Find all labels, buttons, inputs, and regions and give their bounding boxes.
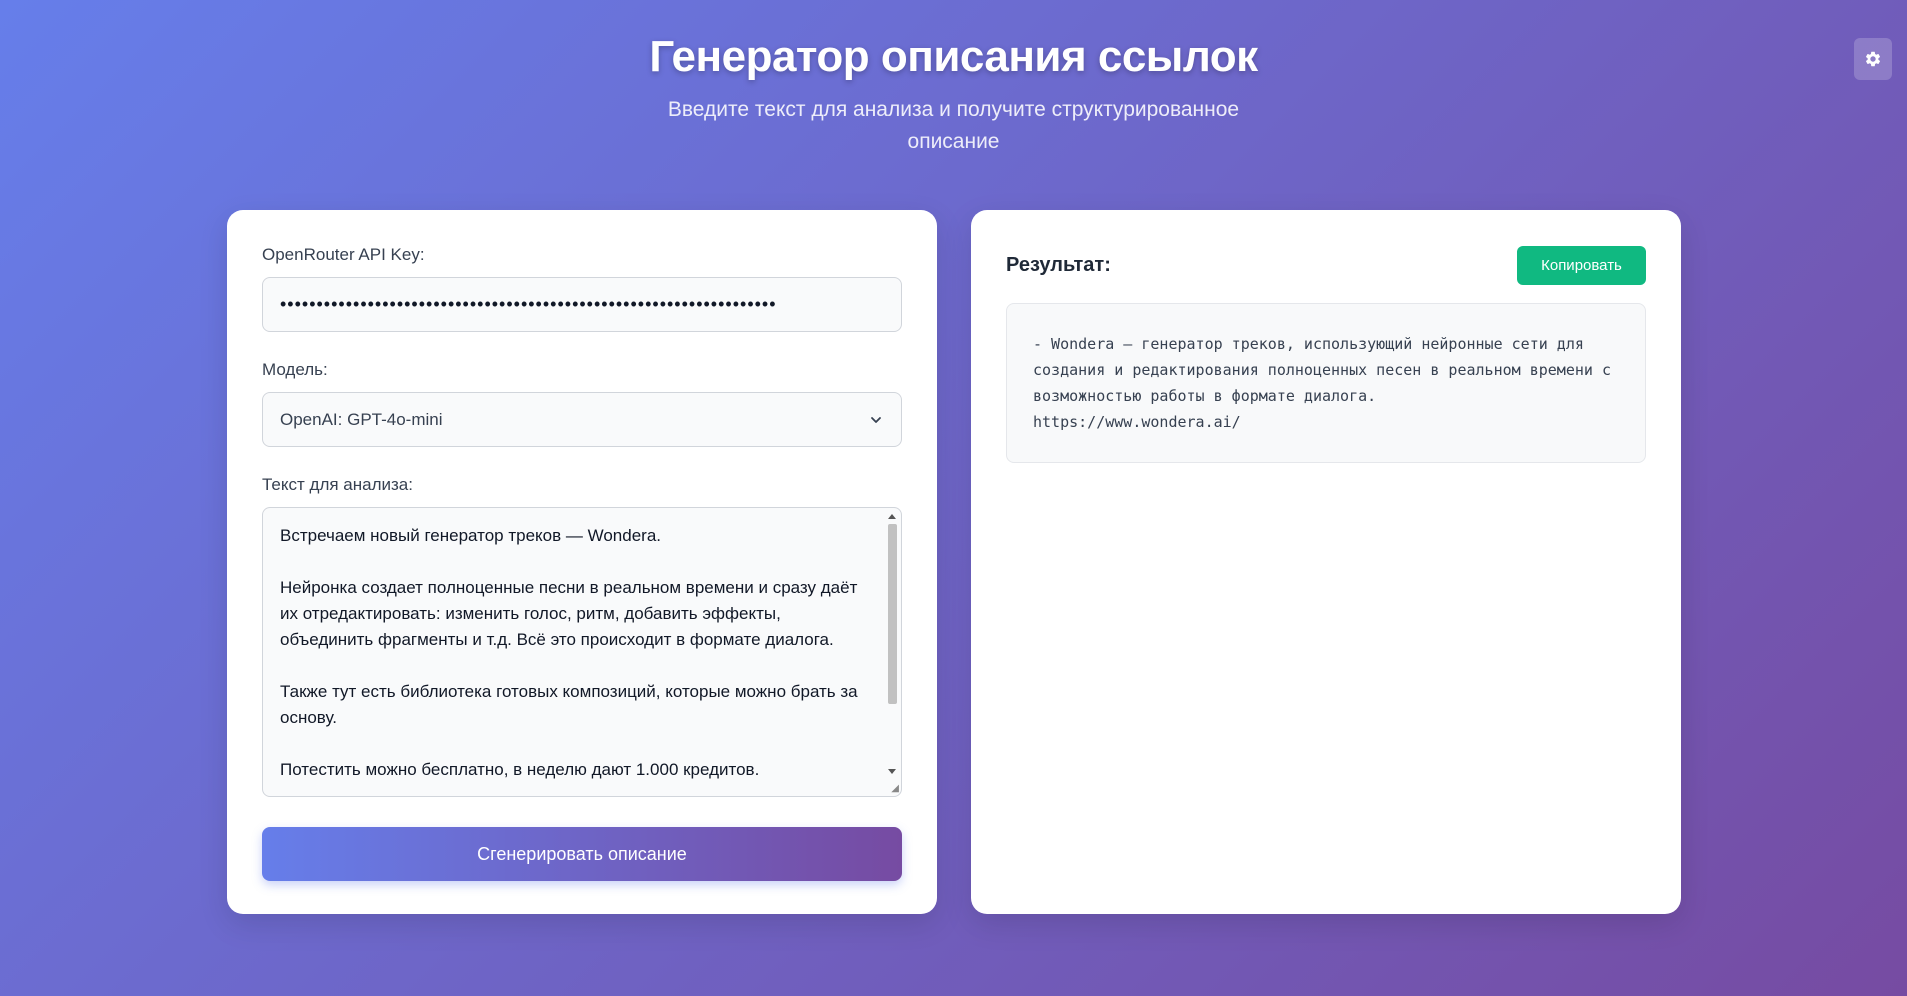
result-card: Результат: Копировать - Wondera — генера… (971, 210, 1681, 914)
copy-button[interactable]: Копировать (1517, 245, 1646, 285)
analysis-textarea[interactable]: Встречаем новый генератор треков — Wonde… (262, 507, 902, 797)
input-card: OpenRouter API Key: ••••••••••••••••••••… (227, 210, 937, 914)
scroll-up-icon[interactable] (888, 514, 896, 519)
scroll-down-icon[interactable] (888, 769, 896, 774)
text-label: Текст для анализа: (262, 475, 413, 494)
textarea-scrollbar[interactable] (885, 510, 899, 794)
result-title: Результат: (1006, 253, 1111, 276)
generate-button[interactable]: Сгенерировать описание (262, 827, 902, 881)
analysis-text: Встречаем новый генератор треков — Wonde… (280, 526, 858, 779)
page-header: Генератор описания ссылок Введите текст … (0, 32, 1907, 158)
text-group: Текст для анализа: Встречаем новый генер… (262, 475, 902, 797)
model-group: Модель: OpenAI: GPT-4o-mini (262, 360, 902, 447)
resize-handle-icon[interactable]: ◢ (891, 784, 899, 794)
chevron-down-icon (871, 416, 881, 423)
scroll-thumb[interactable] (888, 524, 897, 704)
page-subtitle: Введите текст для анализа и получите стр… (667, 98, 1240, 153)
model-select[interactable]: OpenAI: GPT-4o-mini (262, 392, 902, 447)
result-output: - Wondera — генератор треков, использующ… (1006, 303, 1646, 463)
model-select-value: OpenAI: GPT-4o-mini (280, 409, 443, 429)
page-title: Генератор описания ссылок (649, 32, 1258, 81)
result-header: Результат: Копировать (1006, 245, 1646, 285)
api-key-group: OpenRouter API Key: ••••••••••••••••••••… (262, 245, 902, 332)
api-key-label: OpenRouter API Key: (262, 245, 425, 264)
model-label: Модель: (262, 360, 328, 379)
api-key-input[interactable]: ••••••••••••••••••••••••••••••••••••••••… (262, 277, 902, 332)
